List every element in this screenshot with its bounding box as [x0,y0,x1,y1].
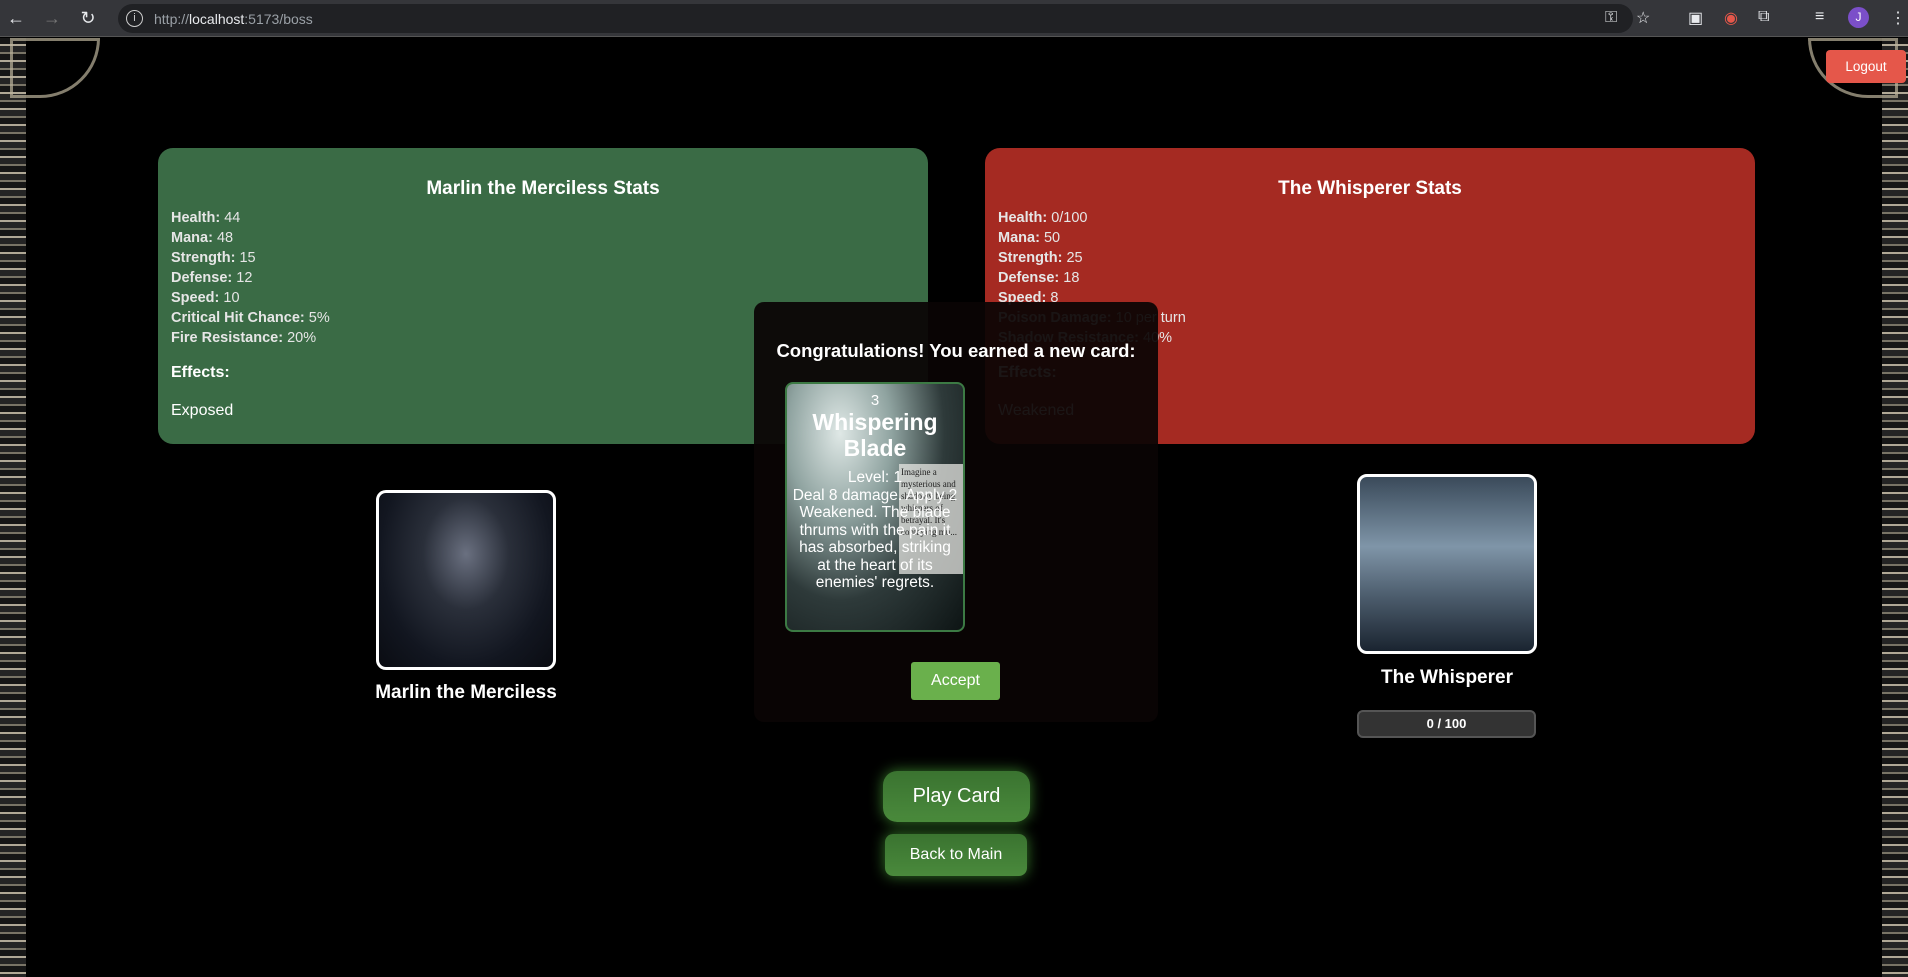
reward-card[interactable]: Imagine a mysterious and shadowy being w… [785,382,965,632]
extension-off-icon[interactable]: ◉ [1724,8,1738,28]
ornate-border-left [0,38,26,977]
address-bar[interactable]: i http://localhost:5173/boss ⚿ ☆ [118,4,1650,33]
menu-icon[interactable]: ⋮ [1890,8,1906,28]
stat-label: Defense: [171,270,233,286]
browser-toolbar: ← → ↻ i http://localhost:5173/boss ⚿ ☆ ▣… [0,0,1908,37]
stat-row: Health: 44 [171,208,915,228]
stat-row: Defense: 12 [171,268,915,288]
player-stats-title: Marlin the Merciless Stats [426,178,660,199]
boss-health-bar: 0 / 100 [1357,710,1536,738]
stat-value: 18 [1063,270,1080,286]
stat-label: Health: [171,210,221,226]
stat-value: 5% [308,310,330,326]
stat-label: Fire Resistance: [171,330,284,346]
stat-label: Mana: [171,230,213,246]
stat-label: Strength: [998,250,1063,266]
player-name: Marlin the Merciless [375,682,557,703]
stat-value: 44 [224,210,241,226]
site-info-icon[interactable]: i [126,10,143,27]
card-level: Level: 1 [847,469,903,486]
stat-label: Strength: [171,250,236,266]
card-description: Deal 8 damage. Apply 2 Weakened. The bla… [792,486,958,592]
back-icon[interactable]: ← [4,6,28,30]
stat-value: 48 [216,230,234,246]
stat-row: Mana: 48 [171,228,915,248]
boss-stats-title: The Whisperer Stats [1278,178,1462,199]
accept-button[interactable]: Accept [911,662,1000,700]
stat-value: 50 [1043,230,1061,246]
new-card-modal: Congratulations! You earned a new card: … [754,302,1158,722]
stat-row: Strength: 15 [171,248,915,268]
stat-row: Strength: 25 [998,248,1742,268]
modal-heading: Congratulations! You earned a new card: [776,340,1136,361]
star-icon[interactable]: ☆ [1636,8,1650,28]
boss-portrait [1357,474,1537,654]
puzzle-icon[interactable]: ⧉ [1758,8,1769,26]
stat-label: Critical Hit Chance: [171,310,305,326]
key-icon[interactable]: ⚿ [1605,9,1617,27]
back-to-main-button[interactable]: Back to Main [885,834,1027,876]
stat-value: 25 [1066,250,1083,266]
stat-value: 10 [223,290,240,306]
player-portrait [376,490,556,670]
play-card-button[interactable]: Play Card [883,771,1030,822]
stat-value: 15 [239,250,256,266]
stat-value: 12 [236,270,253,286]
card-cost: 3 [870,392,880,409]
stat-label: Speed: [171,290,220,306]
card-name: Whispering Blade [812,409,938,461]
ornate-border-right [1882,38,1908,977]
extension-icon[interactable]: ▣ [1688,8,1703,28]
stat-label: Defense: [998,270,1060,286]
stat-value: 0/100 [1051,210,1088,226]
stat-label: Mana: [998,230,1040,246]
stat-row: Health: 0/100 [998,208,1742,228]
media-icon[interactable]: ≡ [1815,8,1824,26]
stat-row: Defense: 18 [998,268,1742,288]
stat-value: 20% [287,330,317,346]
avatar[interactable]: J [1848,7,1869,28]
boss-name: The Whisperer [1381,667,1513,688]
reload-icon[interactable]: ↻ [76,6,100,30]
logout-button[interactable]: Logout [1826,50,1906,83]
ornate-corner-icon [10,38,100,98]
stat-row: Mana: 50 [998,228,1742,248]
forward-icon[interactable]: → [40,6,64,30]
url-text: http://localhost:5173/boss [154,11,313,27]
stat-label: Health: [998,210,1048,226]
